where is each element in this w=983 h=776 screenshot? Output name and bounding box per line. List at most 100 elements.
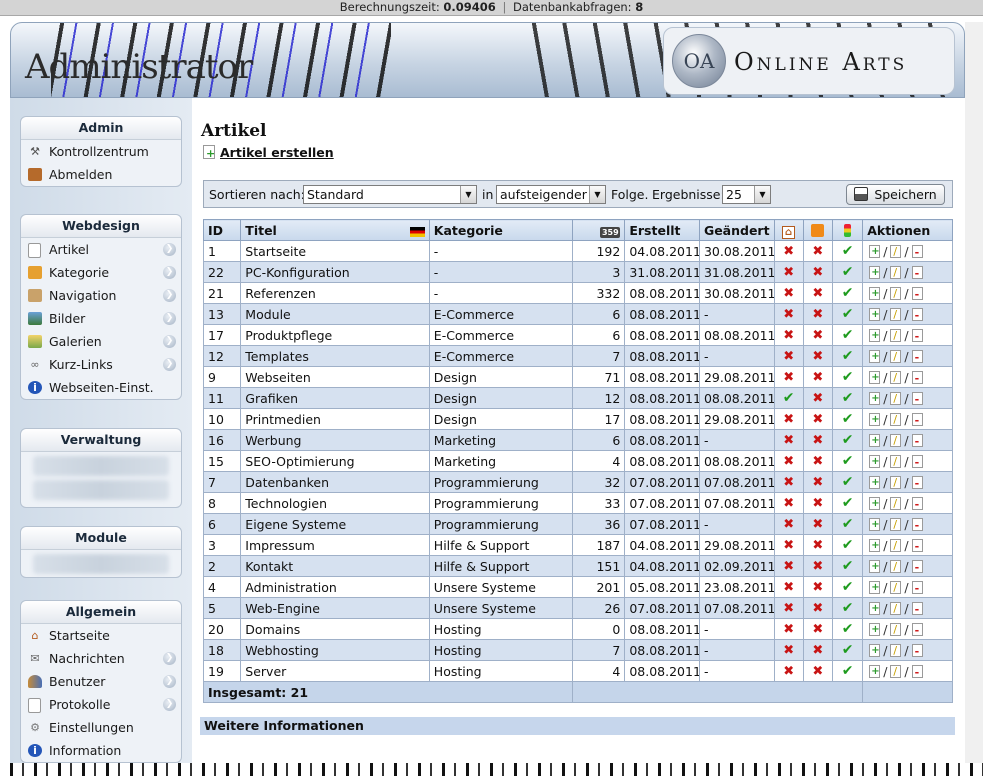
delete-page-icon[interactable] [911, 391, 923, 405]
rss-cross-icon[interactable]: ✖ [812, 622, 823, 637]
home-cross-icon[interactable]: ✖ [783, 454, 794, 469]
edit-page-icon[interactable] [890, 307, 902, 321]
arrow-right-icon[interactable]: ❯ [163, 358, 176, 371]
edit-page-icon[interactable] [890, 601, 902, 615]
table-row[interactable]: 5 Web-Engine Unsere Systeme 26 07.08.2011 07.… [202, 597, 953, 619]
rss-cross-icon[interactable]: ✖ [812, 433, 823, 448]
col-header-rss[interactable] [802, 219, 833, 241]
sidebar-item-kategorie[interactable]: Kategorie ❯ [21, 261, 181, 284]
sidebar-item-kurz-links[interactable]: ∞ Kurz-Links ❯ [21, 353, 181, 376]
delete-page-icon[interactable] [911, 454, 923, 468]
edit-page-icon[interactable] [890, 475, 902, 489]
table-row[interactable]: 15 SEO-Optimierung Marketing 4 08.08.2011 08.… [202, 450, 953, 472]
home-cross-icon[interactable]: ✖ [783, 244, 794, 259]
delete-page-icon[interactable] [911, 538, 923, 552]
home-cross-icon[interactable]: ✖ [783, 433, 794, 448]
edit-page-icon[interactable] [890, 559, 902, 573]
sidebar-item-startseite[interactable]: ⌂ Startseite [21, 624, 181, 647]
rss-cross-icon[interactable]: ✖ [812, 370, 823, 385]
edit-page-icon[interactable] [890, 622, 902, 636]
save-button[interactable]: Speichern [846, 184, 945, 205]
table-row[interactable]: 7 Datenbanken Programmierung 32 07.08.2011 07… [202, 471, 953, 493]
delete-page-icon[interactable] [911, 286, 923, 300]
arrow-right-icon[interactable]: ❯ [163, 312, 176, 325]
rss-cross-icon[interactable]: ✖ [812, 496, 823, 511]
rss-cross-icon[interactable]: ✖ [812, 391, 823, 406]
arrow-right-icon[interactable]: ❯ [163, 698, 176, 711]
table-row[interactable]: 19ServerHosting408.08.2011-✖✖✔// [202, 660, 953, 682]
cell-title[interactable]: Server [240, 660, 430, 682]
home-cross-icon[interactable]: ✖ [783, 517, 794, 532]
cell-title[interactable]: Impressum [240, 534, 430, 556]
admin-logo[interactable]: Administrator [25, 47, 253, 87]
rss-cross-icon[interactable]: ✖ [812, 601, 823, 616]
table-row[interactable]: 6 Eigene Systeme Programmierung 36 07.08.201… [202, 513, 953, 535]
status-check-icon[interactable]: ✔ [842, 495, 854, 511]
cell-title[interactable]: Startseite [240, 240, 430, 262]
table-row[interactable]: 10 Printmedien Design 17 08.08.2011 29.08.201… [202, 408, 953, 430]
table-row[interactable]: 17 Produktpflege E-Commerce 6 08.08.2011 08.0… [202, 324, 953, 346]
sidebar-item-artikel[interactable]: Artikel ❯ [21, 238, 181, 261]
rss-cross-icon[interactable]: ✖ [812, 454, 823, 469]
home-cross-icon[interactable]: ✖ [783, 496, 794, 511]
delete-page-icon[interactable] [911, 412, 923, 426]
home-cross-icon[interactable]: ✖ [783, 286, 794, 301]
cell-title[interactable]: Templates [240, 345, 430, 367]
edit-page-icon[interactable] [890, 643, 902, 657]
sidebar-item-kontrollzentrum[interactable]: ⚒ Kontrollzentrum [21, 140, 181, 163]
delete-page-icon[interactable] [911, 328, 923, 342]
sort-order-select[interactable]: aufsteigender ▼ [496, 185, 606, 204]
german-flag-icon[interactable] [409, 226, 425, 237]
col-header-home[interactable]: ⌂ [773, 219, 804, 241]
add-page-icon[interactable] [869, 517, 881, 531]
status-check-icon[interactable]: ✔ [842, 411, 854, 427]
add-page-icon[interactable] [869, 475, 881, 489]
delete-page-icon[interactable] [911, 370, 923, 384]
col-header-id[interactable]: ID [202, 219, 242, 241]
results-per-page-select[interactable]: 25 ▼ [722, 185, 771, 204]
sidebar-item-bilder[interactable]: Bilder ❯ [21, 307, 181, 330]
col-header-views[interactable]: 359 [571, 219, 626, 241]
add-page-icon[interactable] [869, 349, 881, 363]
col-header-created[interactable]: Erstellt [624, 219, 700, 241]
rss-cross-icon[interactable]: ✖ [812, 517, 823, 532]
sort-field-select[interactable]: Standard ▼ [303, 185, 477, 204]
table-row[interactable]: 12TemplatesE-Commerce708.08.2011-✖✖✔// [202, 345, 953, 367]
home-cross-icon[interactable]: ✖ [783, 601, 794, 616]
home-cross-icon[interactable]: ✖ [783, 265, 794, 280]
cell-title[interactable]: Referenzen [240, 282, 430, 304]
sidebar-item-navigation[interactable]: Navigation ❯ [21, 284, 181, 307]
add-page-icon[interactable] [869, 454, 881, 468]
rss-cross-icon[interactable]: ✖ [812, 328, 823, 343]
sidebar-item-benutzer[interactable]: Benutzer ❯ [21, 670, 181, 693]
home-cross-icon[interactable]: ✖ [783, 538, 794, 553]
add-page-icon[interactable] [869, 496, 881, 510]
cell-title[interactable]: Module [240, 303, 430, 325]
status-check-icon[interactable]: ✔ [842, 474, 854, 490]
status-check-icon[interactable]: ✔ [842, 600, 854, 616]
edit-page-icon[interactable] [890, 433, 902, 447]
add-page-icon[interactable] [869, 622, 881, 636]
add-page-icon[interactable] [869, 643, 881, 657]
edit-page-icon[interactable] [890, 664, 902, 678]
home-cross-icon[interactable]: ✖ [783, 475, 794, 490]
edit-page-icon[interactable] [890, 391, 902, 405]
add-page-icon[interactable] [869, 307, 881, 321]
delete-page-icon[interactable] [911, 475, 923, 489]
col-header-category[interactable]: Kategorie [428, 219, 573, 241]
arrow-right-icon[interactable]: ❯ [163, 675, 176, 688]
edit-page-icon[interactable] [890, 286, 902, 300]
edit-page-icon[interactable] [890, 517, 902, 531]
status-check-icon[interactable]: ✔ [842, 264, 854, 280]
cell-title[interactable]: Webseiten [240, 366, 430, 388]
edit-page-icon[interactable] [890, 538, 902, 552]
status-check-icon[interactable]: ✔ [842, 285, 854, 301]
rss-cross-icon[interactable]: ✖ [812, 538, 823, 553]
rss-cross-icon[interactable]: ✖ [812, 475, 823, 490]
rss-cross-icon[interactable]: ✖ [812, 307, 823, 322]
add-page-icon[interactable] [869, 664, 881, 678]
status-check-icon[interactable]: ✔ [842, 663, 854, 679]
rss-cross-icon[interactable]: ✖ [812, 244, 823, 259]
status-check-icon[interactable]: ✔ [842, 621, 854, 637]
cell-title[interactable]: Produktpflege [240, 324, 430, 346]
